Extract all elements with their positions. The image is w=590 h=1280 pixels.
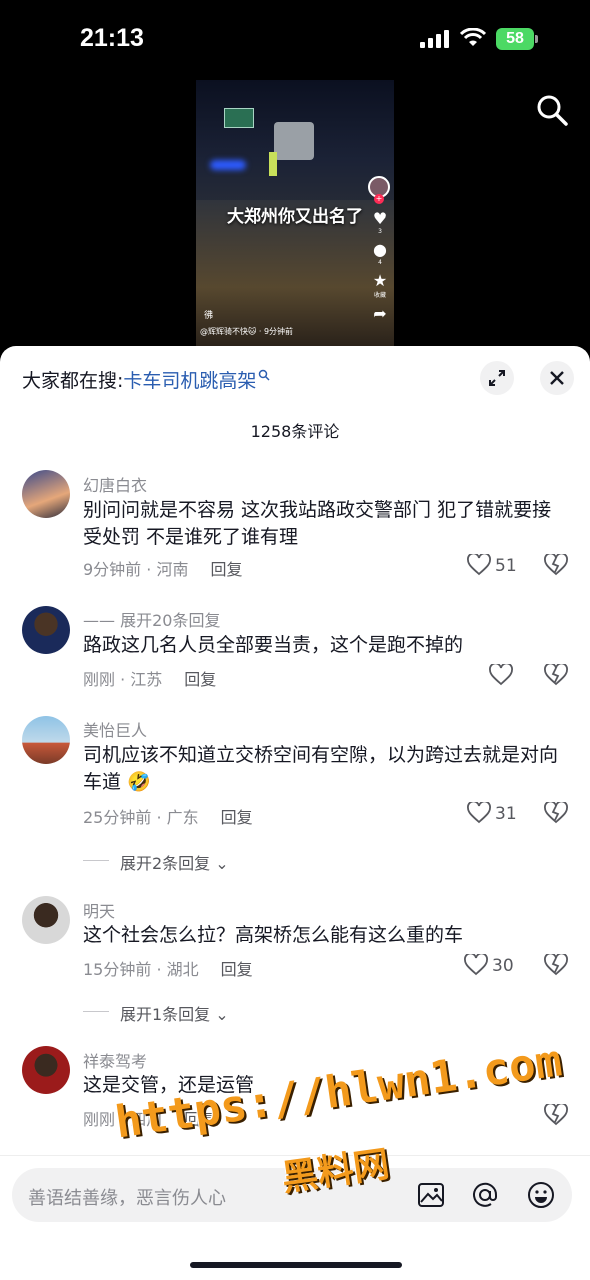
home-indicator bbox=[190, 1262, 402, 1268]
close-button[interactable] bbox=[540, 361, 574, 395]
trending-search[interactable]: 大家都在搜:卡车司机跳高架 bbox=[22, 366, 270, 393]
image-icon[interactable] bbox=[416, 1180, 446, 1210]
comment-text: 这个社会怎么拉？高架桥怎么能有这么重的车 bbox=[83, 924, 464, 946]
expand-divider bbox=[83, 860, 109, 861]
commenter-name[interactable]: 明天 bbox=[83, 898, 115, 922]
status-time: 21:13 bbox=[80, 24, 144, 52]
reply-button[interactable]: 回复 bbox=[221, 808, 253, 827]
trending-search-prefix: 大家都在搜: bbox=[22, 370, 124, 392]
close-icon bbox=[550, 371, 564, 385]
dislike-icon[interactable] bbox=[544, 802, 568, 824]
comment-time-location: 刚刚 · 江苏 bbox=[83, 670, 163, 689]
chevron-down-icon: ⌄ bbox=[215, 854, 229, 873]
comment-meta: 15分钟前 · 湖北 回复 bbox=[83, 956, 253, 980]
comment-input-placeholder: 善语结善缘，恶言伤人心 bbox=[28, 1188, 226, 1209]
heart-icon[interactable]: ♥ bbox=[368, 210, 392, 228]
video-author[interactable]: @辉辉骑不快🐱 · 9分钟前 bbox=[200, 326, 293, 337]
small-search-icon bbox=[259, 369, 270, 381]
commenter-name[interactable]: 幻唐白衣 bbox=[83, 472, 147, 496]
comment-text: 别问问就是不容易 这次我站路政交警部门 犯了错就要接受处罚 不是谁死了谁有理 bbox=[83, 499, 552, 548]
reply-button[interactable]: 回复 bbox=[221, 960, 253, 979]
trending-search-keyword[interactable]: 卡车司机跳高架 bbox=[123, 370, 256, 392]
comment-time-location: 15分钟前 · 湖北 bbox=[83, 960, 199, 979]
video-side-rail: + ♥ 3 ● 4 ★ 收藏 ➦ bbox=[368, 176, 392, 323]
dislike-icon[interactable] bbox=[544, 954, 568, 976]
dislike-icon[interactable] bbox=[544, 554, 568, 576]
comment-time-location: 9分钟前 · 河南 bbox=[83, 560, 189, 579]
star-icon[interactable]: ★ bbox=[368, 272, 392, 290]
commenter-name[interactable]: 祥泰驾考 bbox=[83, 1048, 147, 1072]
comment-text: 路政这几名人员全部要当责，这个是跑不掉的 bbox=[83, 634, 464, 656]
video-road-sign bbox=[224, 108, 254, 128]
commenter-avatar[interactable] bbox=[22, 606, 70, 654]
commenter-avatar[interactable] bbox=[22, 1046, 70, 1094]
commenter-avatar[interactable] bbox=[22, 716, 70, 764]
mention-icon[interactable] bbox=[470, 1180, 500, 1210]
like-heart-icon[interactable] bbox=[467, 554, 491, 576]
expand-icon bbox=[489, 370, 505, 386]
dislike-icon[interactable] bbox=[544, 664, 568, 686]
wifi-icon bbox=[460, 28, 486, 46]
expand-replies-button[interactable]: 展开2条回复 ⌄ bbox=[120, 850, 229, 874]
comment-count: 4 bbox=[378, 259, 382, 266]
video-truck bbox=[274, 122, 314, 160]
like-heart-icon[interactable] bbox=[489, 664, 513, 686]
expand-replies-inline[interactable]: —— 展开20条回复 bbox=[83, 607, 220, 631]
commenter-avatar[interactable] bbox=[22, 470, 70, 518]
like-heart-icon[interactable] bbox=[467, 802, 491, 824]
comment-meta: 25分钟前 · 广东 回复 bbox=[83, 804, 253, 828]
like-count: 51 bbox=[495, 556, 517, 576]
collect-label: 收藏 bbox=[373, 292, 386, 299]
emoji-icon[interactable] bbox=[526, 1180, 556, 1210]
battery-tip bbox=[535, 35, 538, 43]
follow-plus-icon[interactable]: + bbox=[374, 194, 384, 204]
comment-time-location: 25分钟前 · 广东 bbox=[83, 808, 199, 827]
like-heart-icon[interactable] bbox=[464, 954, 488, 976]
comment-icon[interactable]: ● bbox=[368, 241, 392, 259]
share-icon[interactable]: ➦ bbox=[368, 305, 392, 323]
comment-text: 司机应该不知道立交桥空间有空隙，以为跨过去就是对向车道 🤣 bbox=[83, 744, 559, 793]
fullscreen-button[interactable] bbox=[480, 361, 514, 395]
expand-divider bbox=[83, 1011, 109, 1012]
commenter-avatar[interactable] bbox=[22, 896, 70, 944]
expand-replies-label: 展开2条回复 bbox=[120, 854, 211, 873]
commenter-name[interactable]: 美怡巨人 bbox=[83, 717, 147, 741]
expand-replies-button[interactable]: 展开1条回复 ⌄ bbox=[120, 1001, 229, 1025]
battery-indicator: 58 bbox=[496, 28, 534, 50]
reply-button[interactable]: 回复 bbox=[210, 560, 242, 579]
video-police-light bbox=[210, 160, 246, 170]
chevron-down-icon: ⌄ bbox=[215, 1005, 229, 1024]
video-description: 彿 bbox=[204, 311, 214, 321]
video-person bbox=[269, 152, 277, 176]
comment-meta: 9分钟前 · 河南 回复 bbox=[83, 556, 242, 580]
like-count: 31 bbox=[495, 804, 517, 824]
like-count: 30 bbox=[492, 956, 514, 976]
video-preview[interactable]: 大郑州你又出名了 彿 @辉辉骑不快🐱 · 9分钟前 + ♥ 3 ● 4 ★ 收藏… bbox=[196, 80, 394, 346]
dislike-icon[interactable] bbox=[544, 1104, 568, 1126]
like-count: 3 bbox=[378, 228, 382, 235]
signal-icon bbox=[420, 30, 450, 48]
reply-button[interactable]: 回复 bbox=[184, 670, 216, 689]
video-caption: 大郑州你又出名了 bbox=[227, 207, 363, 227]
comment-meta: 刚刚 · 江苏 回复 bbox=[83, 666, 216, 690]
search-icon[interactable] bbox=[534, 92, 570, 128]
expand-replies-label: 展开1条回复 bbox=[120, 1005, 211, 1024]
comment-count-title: 1258条评论 bbox=[250, 422, 340, 441]
